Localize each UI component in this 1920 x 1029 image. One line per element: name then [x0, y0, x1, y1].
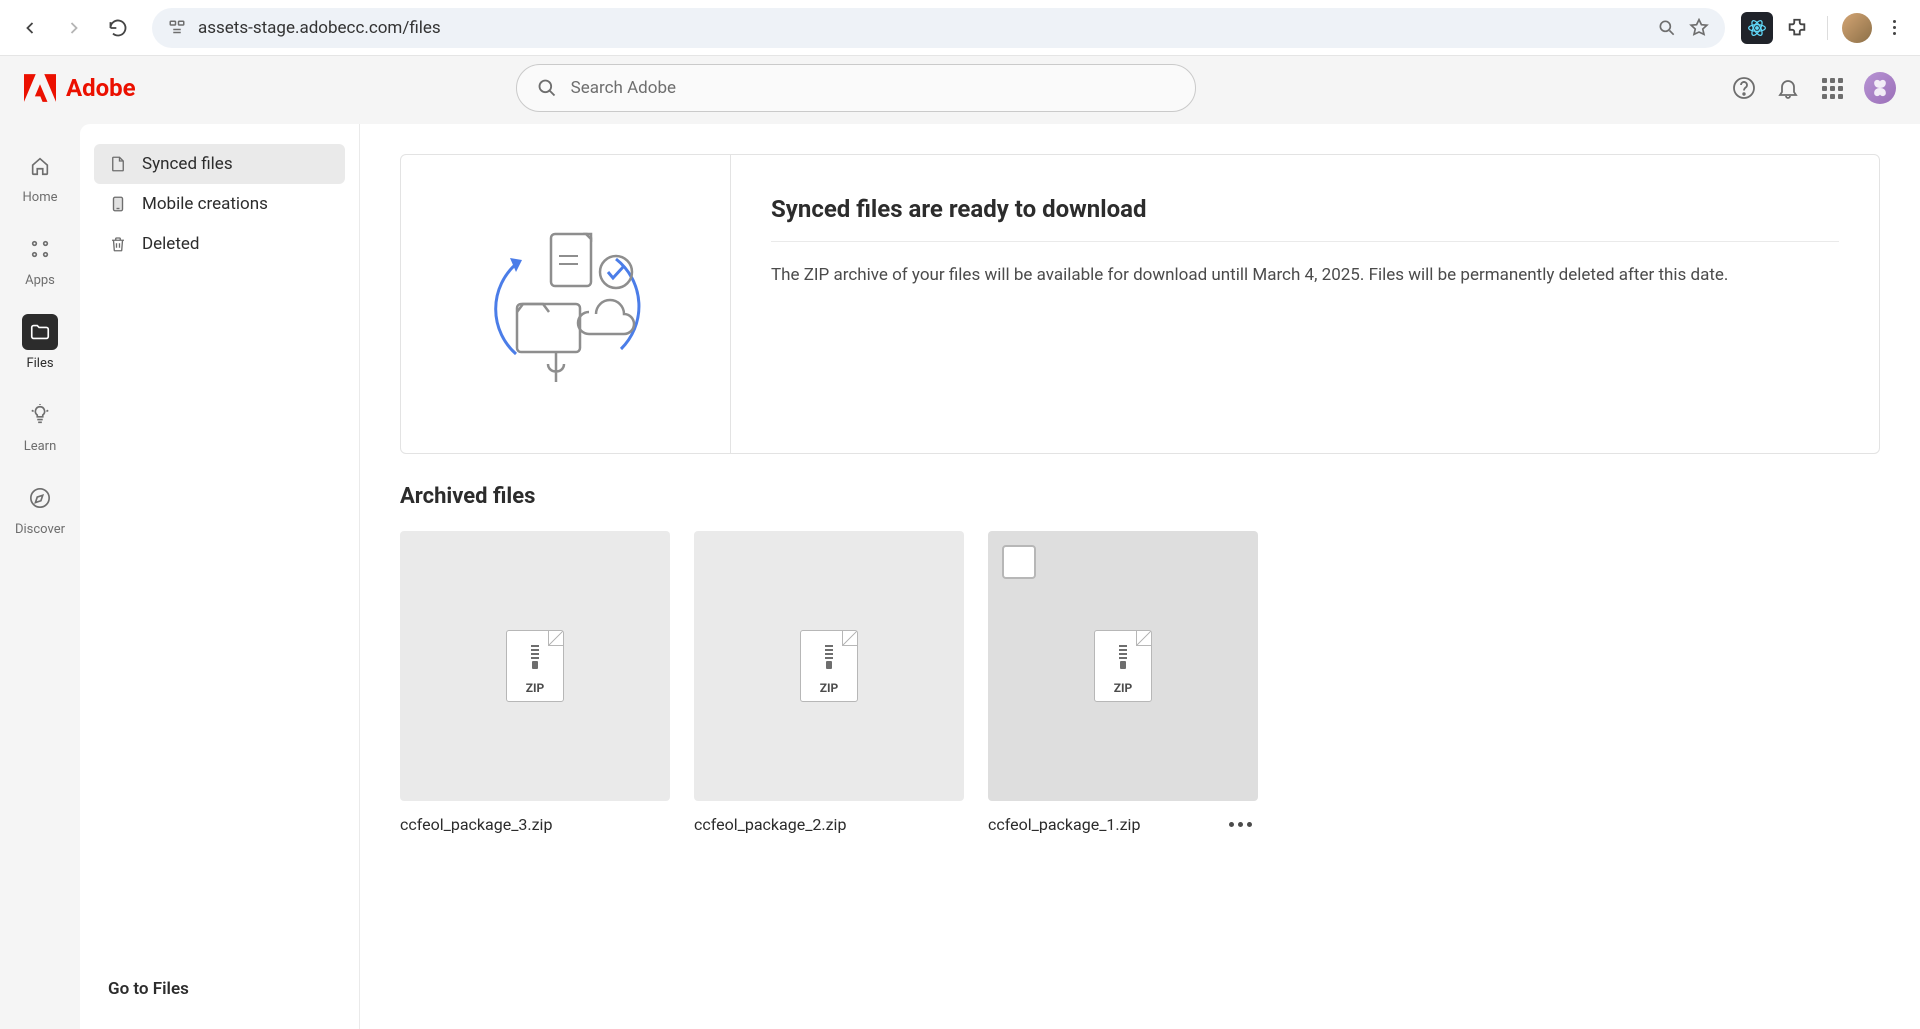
trash-icon	[108, 234, 128, 254]
file-name: ccfeol_package_1.zip	[988, 815, 1209, 834]
rail-item-home[interactable]: Home	[22, 148, 58, 205]
archived-heading: Archived files	[400, 484, 1880, 509]
banner-description: The ZIP archive of your files will be av…	[771, 262, 1839, 289]
adobe-logo[interactable]: Adobe	[24, 74, 136, 102]
search-input[interactable]: Search Adobe	[516, 64, 1196, 112]
file-thumbnail: ZIP	[988, 531, 1258, 801]
file-card[interactable]: ZIP ccfeol_package_3.zip	[400, 531, 670, 834]
browser-toolbar: assets-stage.adobecc.com/files	[0, 0, 1920, 56]
adobe-logo-icon	[24, 74, 56, 102]
info-banner: Synced files are ready to download The Z…	[400, 154, 1880, 454]
notifications-icon[interactable]	[1776, 76, 1800, 100]
zip-icon: ZIP	[800, 630, 858, 702]
app-header: Adobe Search Adobe	[0, 56, 1920, 120]
search-icon	[537, 78, 557, 98]
address-bar[interactable]: assets-stage.adobecc.com/files	[152, 8, 1725, 48]
sidebar-item-synced-files[interactable]: Synced files	[94, 144, 345, 184]
zip-icon: ZIP	[1094, 630, 1152, 702]
discover-icon	[22, 480, 58, 516]
inner-sidebar: Synced files Mobile creations Deleted Go…	[80, 124, 360, 1029]
main-content: Synced files are ready to download The Z…	[360, 124, 1920, 1029]
go-to-files-link[interactable]: Go to Files	[94, 969, 345, 1009]
search-placeholder: Search Adobe	[571, 78, 676, 98]
user-avatar[interactable]	[1864, 72, 1896, 104]
extensions-icon[interactable]	[1781, 12, 1813, 44]
more-actions-icon[interactable]	[1223, 816, 1258, 833]
select-checkbox[interactable]	[1002, 545, 1036, 579]
back-button[interactable]	[12, 10, 48, 46]
file-thumbnail: ZIP	[694, 531, 964, 801]
rail-item-discover[interactable]: Discover	[15, 480, 65, 537]
sidebar-item-mobile-creations[interactable]: Mobile creations	[94, 184, 345, 224]
file-name: ccfeol_package_3.zip	[400, 815, 670, 834]
url-text: assets-stage.adobecc.com/files	[198, 18, 1645, 38]
rail-item-files[interactable]: Files	[22, 314, 58, 371]
document-icon	[108, 154, 128, 174]
sidebar-item-deleted[interactable]: Deleted	[94, 224, 345, 264]
home-icon	[22, 148, 58, 184]
left-rail: Home Apps Files Learn Discover	[0, 120, 80, 1029]
file-thumbnail: ZIP	[400, 531, 670, 801]
browser-menu[interactable]	[1880, 14, 1908, 42]
file-card[interactable]: ZIP ccfeol_package_2.zip	[694, 531, 964, 834]
mobile-icon	[108, 194, 128, 214]
help-icon[interactable]	[1732, 76, 1756, 100]
forward-button[interactable]	[56, 10, 92, 46]
react-devtools-icon[interactable]	[1741, 12, 1773, 44]
zoom-icon[interactable]	[1657, 18, 1677, 38]
reload-button[interactable]	[100, 10, 136, 46]
apps-icon	[22, 231, 58, 267]
file-card[interactable]: ZIP ccfeol_package_1.zip	[988, 531, 1258, 834]
content-panel: Synced files Mobile creations Deleted Go…	[80, 124, 1920, 1029]
zip-icon: ZIP	[506, 630, 564, 702]
site-settings-icon	[168, 19, 186, 37]
files-icon	[22, 314, 58, 350]
file-name: ccfeol_package_2.zip	[694, 815, 964, 834]
banner-title: Synced files are ready to download	[771, 195, 1839, 242]
app-switcher-icon[interactable]	[1820, 76, 1844, 100]
bookmark-star-icon[interactable]	[1689, 18, 1709, 38]
banner-illustration	[401, 155, 731, 453]
learn-icon	[22, 397, 58, 433]
archived-files-grid: ZIP ccfeol_package_3.zip ZIP ccfeol_pack…	[400, 531, 1880, 834]
brand-name: Adobe	[66, 74, 136, 102]
divider	[1827, 16, 1828, 40]
browser-profile-avatar[interactable]	[1842, 13, 1872, 43]
rail-item-apps[interactable]: Apps	[22, 231, 58, 288]
rail-item-learn[interactable]: Learn	[22, 397, 58, 454]
